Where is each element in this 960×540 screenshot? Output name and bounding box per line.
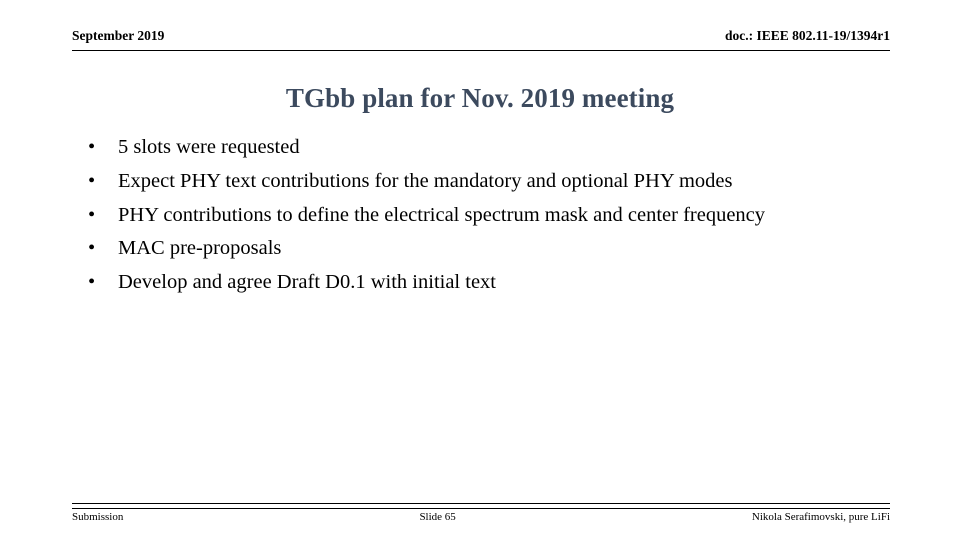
footer-divider-rule-bottom [72,508,890,509]
slide-canvas: September 2019 doc.: IEEE 802.11-19/1394… [0,0,960,540]
footer-author: Nikola Serafimovski, pure LiFi [751,511,890,523]
list-item: • PHY contributions to define the electr… [72,199,902,233]
list-item: • MAC pre-proposals [72,232,902,266]
bullet-list: • 5 slots were requested • Expect PHY te… [72,131,902,300]
header-row: September 2019 doc.: IEEE 802.11-19/1394… [72,28,890,44]
list-item: • 5 slots were requested [72,131,902,165]
list-item-text: Expect PHY text contributions for the ma… [118,169,733,192]
slide-body: • 5 slots were requested • Expect PHY te… [72,131,902,300]
slide-footer: Submission Slide 65 Nikola Serafimovski,… [72,510,890,524]
list-item: • Develop and agree Draft D0.1 with init… [72,266,902,300]
list-item: • Expect PHY text contributions for the … [72,165,902,199]
list-item-text: 5 slots were requested [118,136,300,158]
bullet-icon: • [88,203,96,226]
list-item-text: PHY contributions to define the electric… [118,203,766,226]
header-date: September 2019 [72,28,165,43]
header-doc-reference: doc.: IEEE 802.11-19/1394r1 [724,28,890,43]
list-item-text: Develop and agree Draft D0.1 with initia… [118,271,496,294]
bullet-icon: • [88,136,96,158]
footer-divider-rule-top [72,503,890,504]
slide-header: September 2019 doc.: IEEE 802.11-19/1394… [72,28,890,50]
list-item-text: MAC pre-proposals [118,237,282,260]
footer-slide-number: Slide 65 [419,511,456,523]
footer-submission-label: Submission [72,511,124,523]
slide-title: TGbb plan for Nov. 2019 meeting [285,83,675,113]
bullet-icon: • [88,271,96,294]
bullet-icon: • [88,169,96,192]
header-divider-rule [72,50,890,51]
bullet-icon: • [88,237,96,260]
